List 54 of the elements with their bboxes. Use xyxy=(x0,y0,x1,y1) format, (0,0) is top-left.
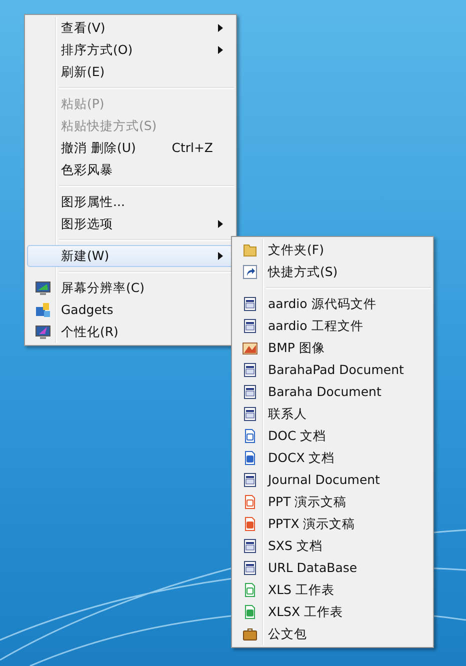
document-icon xyxy=(242,582,258,598)
gadgets-icon xyxy=(35,302,51,318)
menu-item[interactable]: 新建(W) xyxy=(27,245,234,267)
menu-item[interactable]: PPT 演示文稿 xyxy=(234,491,431,513)
menu-item[interactable]: 个性化(R) xyxy=(27,321,234,343)
monitor-icon xyxy=(35,324,51,340)
document-icon xyxy=(242,516,258,532)
window-file-icon xyxy=(242,406,258,422)
window-file-icon xyxy=(242,362,258,378)
menu-item[interactable]: 联系人 xyxy=(234,403,431,425)
document-icon xyxy=(242,428,258,444)
menu-item[interactable]: XLSX 工作表 xyxy=(234,601,431,623)
document-icon xyxy=(242,604,258,620)
menu-item[interactable]: URL DataBase xyxy=(234,557,431,579)
monitor-icon xyxy=(35,280,51,296)
submenu-arrow-icon xyxy=(218,46,223,54)
menu-item[interactable]: BarahaPad Document xyxy=(234,359,431,381)
menu-item[interactable]: aardio 源代码文件 xyxy=(234,293,431,315)
folder-icon xyxy=(242,242,258,258)
menu-item[interactable]: Baraha Document xyxy=(234,381,431,403)
picture-icon xyxy=(242,340,258,356)
menu-item[interactable]: Gadgets xyxy=(27,299,234,321)
shortcut-icon xyxy=(242,264,258,280)
document-icon xyxy=(242,450,258,466)
menu-item[interactable]: XLS 工作表 xyxy=(234,579,431,601)
menu-item[interactable]: 查看(V) xyxy=(27,17,234,39)
submenu-arrow-icon xyxy=(218,252,223,260)
menu-item[interactable]: 刷新(E) xyxy=(27,61,234,83)
window-file-icon xyxy=(242,472,258,488)
menu-item[interactable]: DOCX 文档 xyxy=(234,447,431,469)
document-icon xyxy=(242,494,258,510)
window-file-icon xyxy=(242,296,258,312)
menu-item[interactable]: BMP 图像 xyxy=(234,337,431,359)
menu-item[interactable]: 快捷方式(S) xyxy=(234,261,431,283)
briefcase-icon xyxy=(242,626,258,642)
menu-item[interactable]: 排序方式(O) xyxy=(27,39,234,61)
window-file-icon xyxy=(242,538,258,554)
menu-item[interactable]: 图形选项 xyxy=(27,213,234,235)
menu-item[interactable]: 撤消 删除(U) Ctrl+Z xyxy=(27,137,234,159)
menu-item[interactable]: 色彩风暴 xyxy=(27,159,234,181)
submenu-arrow-icon xyxy=(218,24,223,32)
window-file-icon xyxy=(242,318,258,334)
menu-item[interactable]: 图形属性... xyxy=(27,191,234,213)
menu-item[interactable]: Journal Document xyxy=(234,469,431,491)
menu-item[interactable]: SXS 文档 xyxy=(234,535,431,557)
menu-item[interactable]: 屏幕分辨率(C) xyxy=(27,277,234,299)
menu-item[interactable]: DOC 文档 xyxy=(234,425,431,447)
window-file-icon xyxy=(242,384,258,400)
menu-item[interactable]: PPTX 演示文稿 xyxy=(234,513,431,535)
submenu-arrow-icon xyxy=(218,220,223,228)
window-file-icon xyxy=(242,560,258,576)
menu-item[interactable]: 公文包 xyxy=(234,623,431,645)
menu-item[interactable]: 文件夹(F) xyxy=(234,239,431,261)
menu-item[interactable]: aardio 工程文件 xyxy=(234,315,431,337)
